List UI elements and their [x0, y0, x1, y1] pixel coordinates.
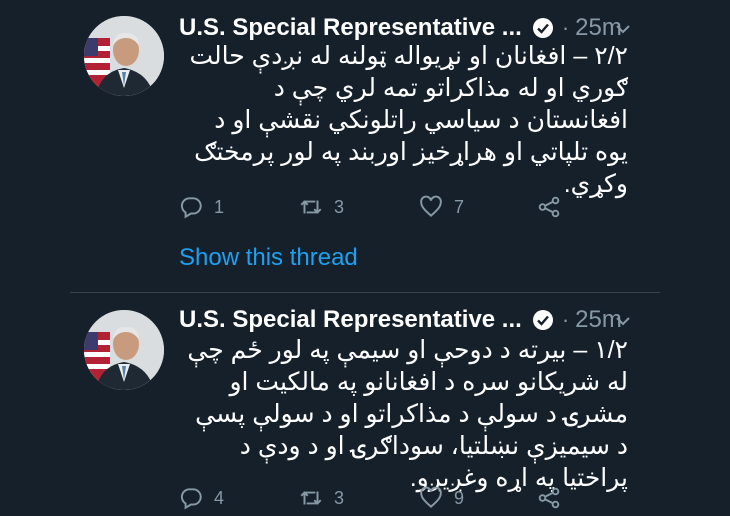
- tweet-actions: 4 3 9: [178, 484, 560, 512]
- avatar[interactable]: [84, 16, 164, 96]
- like-button[interactable]: 7: [418, 194, 464, 220]
- verified-badge-icon: [532, 17, 554, 39]
- retweet-icon: [300, 491, 322, 505]
- like-count: 9: [454, 487, 465, 508]
- heart-icon: [420, 486, 442, 508]
- separator-dot: ·: [561, 307, 570, 332]
- retweet-button[interactable]: 3: [298, 194, 344, 220]
- show-thread-link[interactable]: Show this thread: [179, 244, 358, 272]
- like-button[interactable]: 9: [418, 485, 464, 511]
- share-icon: [538, 487, 560, 509]
- reply-count: 4: [214, 487, 225, 508]
- retweet-button[interactable]: 3: [298, 485, 344, 511]
- tweet[interactable]: U.S. Special Representative ... · 25m ۲/…: [0, 0, 730, 292]
- reply-button[interactable]: 4: [178, 485, 224, 511]
- reply-icon: [180, 488, 202, 510]
- chevron-down-icon[interactable]: [614, 312, 632, 330]
- share-button[interactable]: [536, 485, 562, 511]
- author-name[interactable]: U.S. Special Representative ...: [179, 14, 522, 42]
- chevron-down-icon[interactable]: [614, 20, 632, 38]
- tweet-text: ۱/۲ – بیرته د دوحې او سیمې په لور ځم چې …: [187, 336, 628, 492]
- reply-button[interactable]: 1: [178, 194, 224, 220]
- verified-badge-icon: [532, 309, 554, 331]
- avatar[interactable]: [84, 310, 164, 390]
- retweet-count: 3: [334, 196, 345, 217]
- share-button[interactable]: [536, 194, 562, 220]
- reply-count: 1: [214, 196, 225, 217]
- retweet-count: 3: [334, 487, 345, 508]
- heart-icon: [420, 195, 442, 217]
- tweet-text: ۲/۲ – افغانان او نړیواله ټولنه له نږدې ح…: [189, 42, 628, 198]
- separator-dot: ·: [561, 15, 570, 40]
- reply-icon: [180, 197, 202, 219]
- like-count: 7: [454, 196, 465, 217]
- tweet[interactable]: U.S. Special Representative ... · 25m ۱/…: [0, 292, 730, 516]
- share-icon: [538, 196, 560, 218]
- retweet-icon: [300, 200, 322, 214]
- tweet-actions: 1 3 7: [178, 193, 560, 221]
- author-name[interactable]: U.S. Special Representative ...: [179, 306, 522, 334]
- tweet-header: U.S. Special Representative ... · 25m: [179, 303, 630, 337]
